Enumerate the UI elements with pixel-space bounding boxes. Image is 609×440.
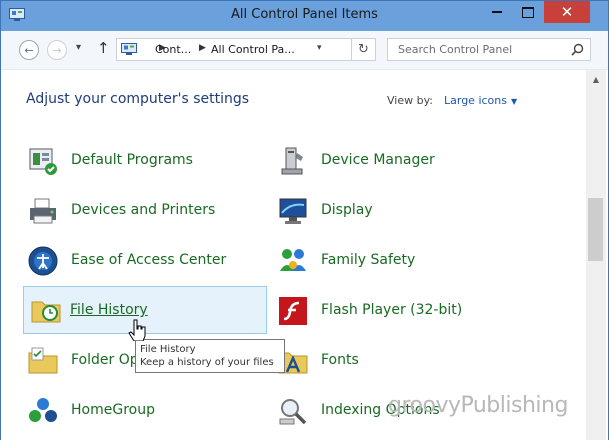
navigation-bar: ← → ▾ ↑ ▶ Cont... ▶ All Control Pa... ▾ … <box>1 31 608 70</box>
item-label[interactable]: Display <box>321 202 373 218</box>
printer-icon <box>30 198 56 224</box>
flash-player-icon <box>279 297 307 325</box>
item-display[interactable]: Display <box>273 191 513 231</box>
breadcrumb-all-items[interactable]: All Control Pa... <box>211 43 295 56</box>
up-arrow-icon: ↑ <box>97 39 110 57</box>
scroll-up-arrow-icon[interactable]: ▲ <box>586 70 606 88</box>
item-label[interactable]: Fonts <box>321 352 359 368</box>
close-icon: ✕ <box>560 3 574 21</box>
refresh-icon: ↻ <box>358 42 369 57</box>
indexing-options-icon <box>279 399 307 425</box>
maximize-button[interactable] <box>513 1 543 23</box>
title-bar[interactable]: All Control Panel Items ✕ <box>1 1 608 31</box>
display-icon <box>279 198 307 224</box>
item-label[interactable]: Ease of Access Center <box>71 252 226 268</box>
item-label[interactable]: Device Manager <box>321 152 435 168</box>
item-family-safety[interactable]: Family Safety <box>273 241 513 281</box>
address-dropdown-icon[interactable]: ▾ <box>317 43 322 53</box>
item-ease-of-access[interactable]: Ease of Access Center <box>23 241 263 281</box>
forward-button[interactable]: → <box>47 40 67 60</box>
refresh-button[interactable]: ↻ <box>352 38 376 61</box>
item-label[interactable]: Family Safety <box>321 252 415 268</box>
homegroup-icon <box>29 398 57 422</box>
control-panel-icon <box>121 43 137 55</box>
ease-of-access-icon <box>28 246 58 276</box>
breadcrumb-control-panel[interactable]: Cont... <box>155 43 191 56</box>
vertical-scrollbar[interactable]: ▲ <box>586 70 606 440</box>
tooltip-title: File History <box>140 344 196 355</box>
address-bar[interactable]: ▶ Cont... ▶ All Control Pa... ▾ <box>116 38 352 61</box>
tooltip-text: Keep a history of your files <box>140 357 274 368</box>
item-label[interactable]: Flash Player (32-bit) <box>321 302 462 318</box>
watermark: groovyPublishing <box>388 393 568 418</box>
back-arrow-icon: ← <box>24 43 34 57</box>
breadcrumb-separator-icon[interactable]: ▶ <box>199 43 206 53</box>
item-label[interactable]: Default Programs <box>71 152 193 168</box>
up-button[interactable]: ↑ <box>97 39 110 57</box>
content-area: Adjust your computer's settings View by:… <box>1 70 608 440</box>
search-box[interactable] <box>387 38 591 61</box>
device-manager-icon <box>281 147 303 175</box>
search-input[interactable] <box>396 42 570 57</box>
dropdown-arrow-icon: ▼ <box>510 97 518 106</box>
scrollbar-thumb[interactable] <box>588 198 603 261</box>
family-safety-icon <box>280 249 306 271</box>
item-flash-player[interactable]: Flash Player (32-bit) <box>273 291 513 331</box>
item-label[interactable]: Devices and Printers <box>71 202 215 218</box>
item-label[interactable]: File History <box>70 302 148 318</box>
search-icon[interactable] <box>571 43 584 56</box>
recent-locations-button[interactable]: ▾ <box>76 42 81 53</box>
hand-cursor-icon <box>128 319 146 341</box>
item-label[interactable]: HomeGroup <box>71 402 155 418</box>
default-programs-icon <box>29 148 57 175</box>
folder-options-icon <box>28 347 58 374</box>
item-homegroup[interactable]: HomeGroup <box>23 391 263 431</box>
item-default-programs[interactable]: Default Programs <box>23 141 263 181</box>
forward-arrow-icon: → <box>52 43 62 57</box>
view-by-label: View by: <box>387 94 433 107</box>
item-fonts[interactable]: Fonts <box>273 341 513 381</box>
maximize-icon <box>522 6 534 18</box>
item-devices-and-printers[interactable]: Devices and Printers <box>23 191 263 231</box>
view-by-value: Large icons <box>444 94 507 107</box>
back-button[interactable]: ← <box>19 40 39 60</box>
view-by-dropdown[interactable]: Large icons ▼ <box>444 94 517 107</box>
item-device-manager[interactable]: Device Manager <box>273 141 513 181</box>
file-history-icon <box>31 301 61 323</box>
file-history-tooltip: File History Keep a history of your file… <box>135 339 285 373</box>
control-panel-window: All Control Panel Items ✕ ← → ▾ ↑ ▶ Cont… <box>0 0 609 440</box>
page-heading: Adjust your computer's settings <box>26 91 250 107</box>
close-button[interactable]: ✕ <box>544 1 590 23</box>
minimize-icon <box>492 11 502 13</box>
minimize-button[interactable] <box>482 1 512 23</box>
